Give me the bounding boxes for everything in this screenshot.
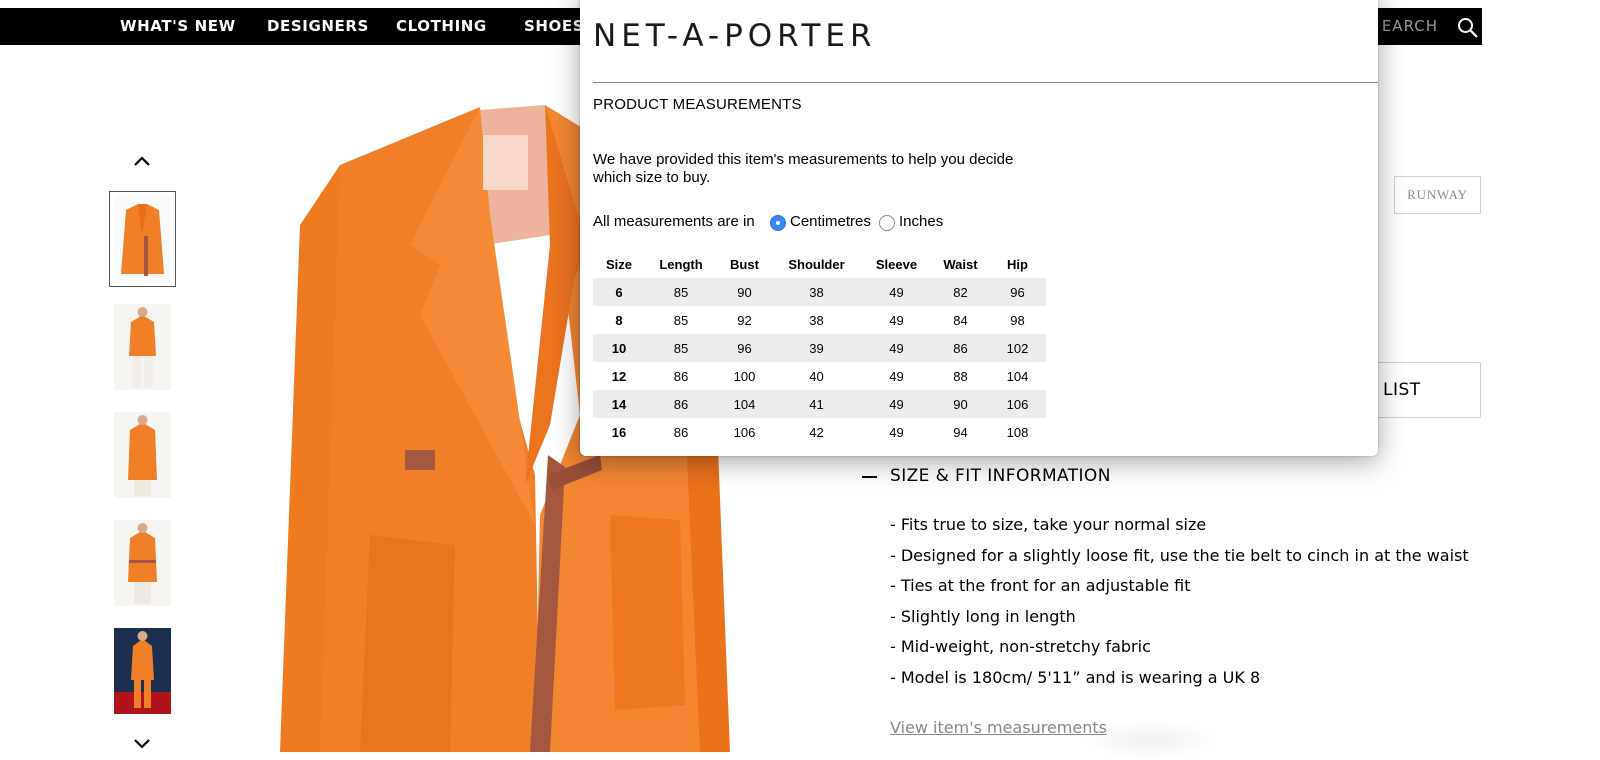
table-cell: 49 [861, 278, 932, 306]
fit-point: - Fits true to size, take your normal si… [890, 515, 1207, 534]
column-header: Size [605, 256, 632, 272]
modal-description: We have provided this item's measurement… [593, 151, 1014, 186]
centimetres-label[interactable]: Centimetres [790, 213, 871, 230]
size-fit-list: - Fits true to size, take your normal si… [890, 514, 1469, 697]
table-cell: 85 [673, 312, 689, 328]
nav-right-gap [1482, 0, 1600, 45]
column-header: Sleeve [875, 256, 918, 272]
column-header: Length [659, 256, 703, 272]
modal-title: PRODUCT MEASUREMENTS [593, 96, 802, 113]
column-header: Shoulder [788, 256, 845, 272]
table-cell: 90 [717, 278, 772, 306]
measurements-table: Size Length Bust Shoulder Sleeve Waist H… [593, 250, 1046, 446]
table-cell: 100 [733, 368, 756, 384]
thumbnail-3[interactable] [114, 412, 171, 498]
thumbnail-4[interactable] [114, 520, 171, 606]
column-header: Waist [943, 256, 978, 272]
thumbnail-2[interactable] [114, 304, 171, 390]
table-cell: 85 [645, 278, 717, 306]
table-cell: 6 [593, 278, 645, 306]
table-cell: 49 [889, 312, 904, 328]
inches-label[interactable]: Inches [899, 213, 943, 230]
inches-radio[interactable] [879, 215, 895, 231]
table-cell: 98 [1010, 312, 1025, 328]
table-cell: 49 [889, 368, 904, 384]
view-measurements-link[interactable]: View item's measurements [890, 718, 1107, 737]
table-row: 8 85 92 38 49 84 98 [593, 306, 1046, 334]
table-cell: 49 [861, 390, 932, 418]
fit-point: - Slightly long in length [890, 606, 1076, 626]
table-cell: 92 [737, 312, 752, 328]
fit-point: - Model is 180cm/ 5'11” and is wearing a… [890, 667, 1261, 687]
thumbnail-1[interactable] [109, 191, 176, 287]
table-cell: 86 [673, 424, 689, 440]
centimetres-radio[interactable] [770, 215, 786, 231]
table-cell: 94 [953, 424, 968, 440]
table-cell: 82 [932, 278, 989, 306]
table-row: 12 86 100 40 49 88 104 [593, 362, 1046, 390]
table-row: 10 85 96 39 49 86 102 [593, 334, 1046, 362]
chevron-down-icon[interactable] [130, 736, 154, 752]
table-cell: 86 [932, 334, 989, 362]
table-cell: 49 [889, 424, 904, 440]
table-cell: 106 [989, 390, 1046, 418]
column-header: Bust [730, 256, 759, 272]
fit-point: - Ties at the front for an adjustable fi… [890, 576, 1191, 595]
table-cell: 42 [809, 424, 824, 440]
nav-clothing[interactable]: CLOTHING [396, 8, 487, 45]
table-cell: 38 [772, 278, 861, 306]
table-cell: 104 [717, 390, 772, 418]
table-cell: 38 [809, 312, 824, 328]
table-cell: 8 [615, 312, 623, 328]
size-fit-heading[interactable]: SIZE & FIT INFORMATION [890, 466, 1111, 486]
table-cell: 41 [772, 390, 861, 418]
runway-button[interactable]: RUNWAY [1394, 176, 1481, 214]
table-cell: 84 [953, 312, 968, 328]
table-cell: 85 [645, 334, 717, 362]
table-cell: 40 [809, 368, 824, 384]
table-row: 14 86 104 41 49 90 106 [593, 390, 1046, 418]
table-cell: 10 [593, 334, 645, 362]
table-cell: 16 [611, 424, 627, 440]
table-cell: 90 [932, 390, 989, 418]
unit-prompt: All measurements are in [593, 213, 755, 230]
table-cell: 106 [733, 424, 756, 440]
table-cell: 108 [1006, 424, 1029, 440]
divider [593, 82, 1378, 83]
table-cell: 104 [1006, 368, 1029, 384]
table-header-row: Size Length Bust Shoulder Sleeve Waist H… [593, 250, 1046, 278]
table-cell: 88 [953, 368, 968, 384]
column-header: Hip [1007, 256, 1028, 272]
table-cell: 14 [593, 390, 645, 418]
search-label[interactable]: EARCH [1382, 8, 1438, 45]
table-cell: 39 [772, 334, 861, 362]
chevron-up-icon[interactable] [130, 153, 154, 169]
table-cell: 96 [717, 334, 772, 362]
search-icon[interactable] [1456, 16, 1480, 40]
fit-point: - Mid-weight, non-stretchy fabric [890, 637, 1151, 656]
table-row: 16 86 106 42 49 94 108 [593, 418, 1046, 446]
table-cell: 12 [611, 368, 627, 384]
table-cell: 102 [989, 334, 1046, 362]
nav-whats-new[interactable]: WHAT'S NEW [120, 8, 236, 45]
table-cell: 96 [989, 278, 1046, 306]
table-cell: 86 [673, 368, 689, 384]
table-cell: 49 [861, 334, 932, 362]
thumbnail-5[interactable] [114, 628, 171, 714]
brand-logo: NET-A-PORTER [593, 18, 877, 54]
table-cell: 86 [645, 390, 717, 418]
nav-designers[interactable]: DESIGNERS [267, 8, 369, 45]
fit-point: - Designed for a slightly loose fit, use… [890, 545, 1469, 565]
minus-icon[interactable] [862, 476, 877, 478]
nav-shoes[interactable]: SHOES [524, 8, 584, 45]
table-row: 6 85 90 38 49 82 96 [593, 278, 1046, 306]
measurements-modal: NET-A-PORTER PRODUCT MEASUREMENTS We hav… [580, 0, 1378, 456]
